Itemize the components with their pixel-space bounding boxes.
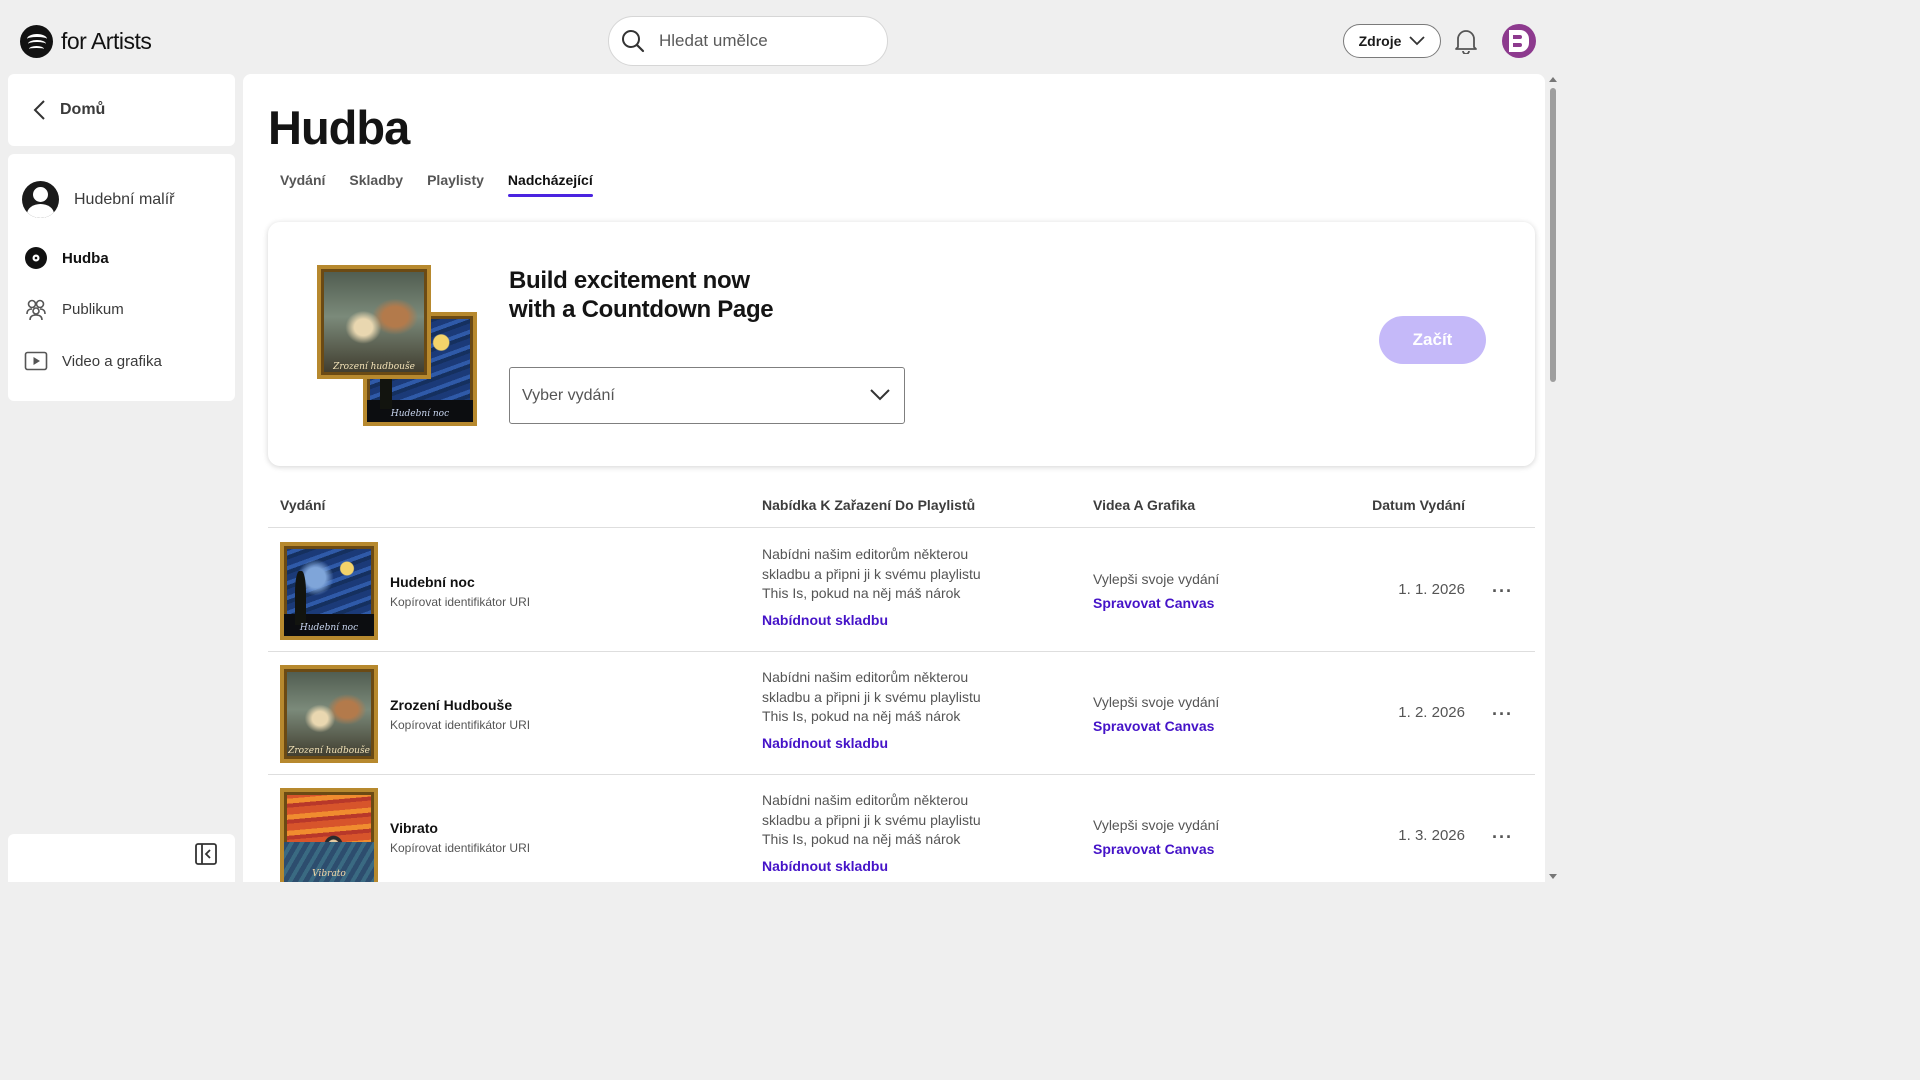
release-select-placeholder: Vyber vydání bbox=[522, 386, 615, 404]
sidebar-menu: Hudební malíř Hudba Publikum Video a gra… bbox=[8, 154, 235, 401]
releases-table-header: Vydání Nabídka K Zařazení Do Playlistů V… bbox=[268, 486, 1535, 528]
artist-switcher[interactable]: Hudební malíř bbox=[22, 181, 175, 218]
tab-bar: Vydání Skladby Playlisty Nadcházející bbox=[280, 172, 617, 197]
release-title[interactable]: Hudební noc bbox=[390, 574, 475, 590]
artwork-caption: Zrození hudbouše bbox=[333, 362, 415, 372]
audience-icon bbox=[26, 299, 46, 321]
release-date: 1. 3. 2026 bbox=[1398, 827, 1465, 844]
promo-artwork-front: Zrození hudbouše bbox=[317, 265, 431, 379]
release-artwork[interactable]: Zrození hudbouše bbox=[280, 665, 378, 763]
release-artwork[interactable]: Vibrato bbox=[280, 788, 378, 882]
sidebar-footer bbox=[8, 834, 235, 882]
release-date: 1. 2. 2026 bbox=[1398, 704, 1465, 721]
canvas-description: Vylepši svoje vydání bbox=[1093, 817, 1220, 833]
main-scrollbar[interactable] bbox=[1547, 74, 1559, 882]
artwork-caption: Hudební noc bbox=[390, 409, 450, 419]
tab-playlists[interactable]: Playlisty bbox=[427, 172, 484, 197]
artwork-caption: Zrození hudbouše bbox=[288, 746, 370, 756]
artist-avatar-icon bbox=[22, 181, 59, 218]
user-avatar[interactable] bbox=[1502, 24, 1536, 58]
sidebar-item-music[interactable]: Hudba bbox=[24, 246, 109, 270]
chevron-down-icon bbox=[870, 389, 890, 401]
release-select[interactable]: Vyber vydání bbox=[509, 367, 905, 424]
artist-search[interactable] bbox=[608, 16, 888, 66]
avatar-initial-icon bbox=[1509, 30, 1529, 52]
scroll-down-arrow-icon[interactable] bbox=[1549, 874, 1557, 879]
vinyl-icon bbox=[25, 247, 47, 269]
manage-canvas-link[interactable]: Spravovat Canvas bbox=[1093, 718, 1214, 734]
pitch-song-link[interactable]: Nabídnout skladbu bbox=[762, 858, 888, 874]
home-label: Domů bbox=[60, 101, 106, 118]
spotify-icon bbox=[20, 24, 53, 58]
brand-text: for Artists bbox=[61, 27, 152, 54]
release-date: 1. 1. 2026 bbox=[1398, 581, 1465, 598]
more-options-icon[interactable]: ··· bbox=[1492, 581, 1513, 602]
artwork-caption: Vibrato bbox=[312, 869, 346, 879]
table-row: Zrození hudbouše Zrození Hudbouše Kopíro… bbox=[268, 652, 1535, 775]
copy-uri-link[interactable]: Kopírovat identifikátor URI bbox=[390, 718, 530, 732]
chevron-left-icon bbox=[33, 100, 45, 120]
promo-title-line1: Build excitement now bbox=[509, 267, 750, 294]
resources-dropdown[interactable]: Zdroje bbox=[1343, 24, 1441, 58]
pitch-song-link[interactable]: Nabídnout skladbu bbox=[762, 612, 888, 628]
sidebar-item-video[interactable]: Video a grafika bbox=[24, 349, 162, 373]
spotify-for-artists-logo[interactable]: for Artists bbox=[20, 24, 152, 58]
artwork-caption: Hudební noc bbox=[299, 623, 359, 633]
scrollbar-thumb[interactable] bbox=[1550, 88, 1556, 382]
table-row: Hudební noc Hudební noc Kopírovat identi… bbox=[268, 529, 1535, 652]
pitch-description: Nabídni našim editorům některou skladbu … bbox=[762, 792, 981, 848]
tab-releases[interactable]: Vydání bbox=[280, 172, 325, 197]
more-options-icon[interactable]: ··· bbox=[1492, 704, 1513, 725]
countdown-page-card: Hudební noc Zrození hudbouše Build excit… bbox=[268, 222, 1535, 466]
sidebar-item-label: Publikum bbox=[62, 300, 124, 318]
release-title[interactable]: Vibrato bbox=[390, 820, 438, 836]
resources-label: Zdroje bbox=[1358, 33, 1402, 49]
canvas-description: Vylepši svoje vydání bbox=[1093, 571, 1220, 587]
promo-title: Build excitement now with a Countdown Pa… bbox=[509, 266, 774, 324]
table-row: Vibrato Vibrato Kopírovat identifikátor … bbox=[268, 775, 1535, 882]
search-icon bbox=[622, 30, 645, 53]
sidebar-home-link[interactable]: Domů bbox=[8, 74, 235, 146]
sidebar-item-audience[interactable]: Publikum bbox=[24, 297, 124, 321]
pitch-song-link[interactable]: Nabídnout skladbu bbox=[762, 735, 888, 751]
top-bar: for Artists Zdroje bbox=[0, 0, 1568, 74]
video-icon bbox=[24, 351, 48, 371]
chevron-down-icon bbox=[1409, 36, 1426, 46]
tab-songs[interactable]: Skladby bbox=[349, 172, 403, 197]
more-options-icon[interactable]: ··· bbox=[1492, 827, 1513, 848]
search-input[interactable] bbox=[659, 31, 859, 51]
pitch-description: Nabídni našim editorům některou skladbu … bbox=[762, 669, 981, 725]
column-header-canvas: Videa A Grafika bbox=[1093, 497, 1196, 513]
bell-icon[interactable] bbox=[1454, 28, 1478, 54]
column-header-pitch: Nabídka K Zařazení Do Playlistů bbox=[762, 497, 976, 513]
sidebar-item-label: Video a grafika bbox=[62, 352, 162, 370]
manage-canvas-link[interactable]: Spravovat Canvas bbox=[1093, 841, 1214, 857]
tab-upcoming[interactable]: Nadcházející bbox=[507, 172, 593, 197]
copy-uri-link[interactable]: Kopírovat identifikátor URI bbox=[390, 595, 530, 609]
copy-uri-link[interactable]: Kopírovat identifikátor URI bbox=[390, 841, 530, 855]
release-title[interactable]: Zrození Hudbouše bbox=[390, 697, 512, 713]
pitch-description: Nabídni našim editorům některou skladbu … bbox=[762, 546, 981, 602]
canvas-description: Vylepši svoje vydání bbox=[1093, 694, 1220, 710]
promo-title-line2: with a Countdown Page bbox=[509, 296, 774, 323]
main-content: Hudba Vydání Skladby Playlisty Nadcházej… bbox=[243, 74, 1545, 882]
column-header-date: Datum Vydání bbox=[1372, 497, 1465, 513]
manage-canvas-link[interactable]: Spravovat Canvas bbox=[1093, 595, 1214, 611]
sidebar-item-label: Hudba bbox=[62, 249, 109, 267]
scroll-up-arrow-icon[interactable] bbox=[1549, 77, 1557, 82]
release-artwork[interactable]: Hudební noc bbox=[280, 542, 378, 640]
page-title: Hudba bbox=[268, 101, 410, 154]
collapse-sidebar-icon[interactable] bbox=[195, 843, 217, 865]
column-header-release: Vydání bbox=[280, 497, 326, 513]
start-button[interactable]: Začít bbox=[1379, 316, 1486, 364]
artist-name: Hudební malíř bbox=[74, 190, 175, 208]
